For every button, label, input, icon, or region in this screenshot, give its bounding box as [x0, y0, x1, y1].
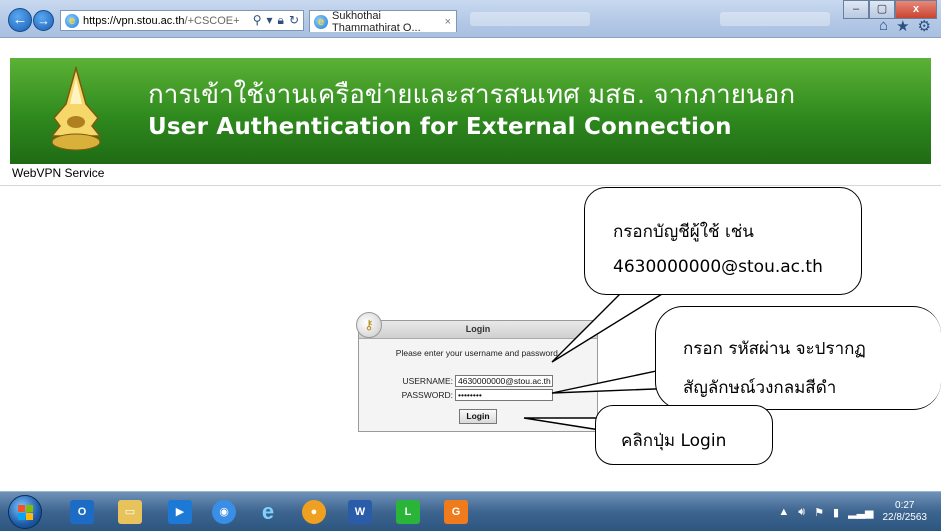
start-button[interactable] — [8, 495, 42, 529]
back-icon[interactable]: ← — [8, 8, 32, 32]
banner-title-english: User Authentication for External Connect… — [148, 114, 732, 140]
forward-icon[interactable]: → — [33, 10, 54, 31]
callout-password-line2: สัญลักษณ์วงกลมสีดำ — [683, 378, 837, 398]
media-player-icon[interactable]: ▶ — [168, 500, 192, 524]
divider — [0, 185, 941, 186]
browser-chrome: ← → e https://vpn.stou.ac.th /+CSCOE+ ⚲ … — [0, 0, 941, 38]
chrome-browser-icon[interactable]: ● — [302, 500, 326, 524]
favorites-star-icon[interactable]: ★ — [896, 17, 909, 35]
internet-explorer-icon[interactable]: e — [256, 500, 280, 524]
callout-login-text: คลิกปุ่ม Login — [621, 431, 727, 451]
lock-icon[interactable]: 🔒︎ — [278, 13, 284, 28]
password-label: PASSWORD: — [401, 390, 453, 400]
username-field[interactable]: 4630000000@stou.ac.th — [455, 375, 553, 387]
refresh-icon[interactable]: ↻ — [289, 13, 299, 28]
password-field[interactable]: •••••••• — [455, 389, 553, 401]
login-button[interactable]: Login — [459, 409, 497, 424]
clock-date: 22/8/2563 — [882, 512, 928, 523]
url-host: https://vpn.stou.ac.th — [83, 14, 185, 27]
signal-icon[interactable]: ▂▃▅ — [848, 506, 873, 519]
show-hidden-icons-icon[interactable]: ▲ — [778, 506, 789, 518]
callout-login: คลิกปุ่ม Login — [595, 405, 773, 465]
battery-icon[interactable]: ▮ — [833, 506, 839, 519]
key-icon: ⚷ — [356, 312, 382, 338]
home-icon[interactable]: ⌂ — [879, 17, 888, 35]
file-explorer-icon[interactable]: ▭ — [118, 500, 142, 524]
callout-password: กรอก รหัสผ่าน จะปรากฏ สัญลักษณ์วงกลมสีดำ — [655, 306, 941, 410]
system-tray: ▲ 🔊︎ ⚑ ▮ ▂▃▅ 0:27 22/8/2563 — [778, 500, 927, 524]
header-banner: การเข้าใช้งานเครือข่ายและสารสนเทศ มสธ. จ… — [10, 58, 931, 164]
callout-password-line1: กรอก รหัสผ่าน จะปรากฏ — [683, 339, 866, 359]
flag-icon[interactable]: ⚑ — [814, 506, 824, 519]
login-header: Login — [359, 321, 597, 339]
university-emblem-icon — [50, 66, 102, 151]
service-label: WebVPN Service — [12, 166, 105, 180]
login-instructions: Please enter your username and password. — [395, 348, 561, 358]
tab-close-icon[interactable]: × — [445, 16, 451, 28]
tab-ie-icon: e — [314, 14, 328, 29]
url-path: /+CSCOE+ — [184, 14, 240, 27]
settings-gear-icon[interactable]: ⚙ — [918, 17, 931, 35]
background-tab[interactable] — [720, 12, 830, 26]
minimize-icon[interactable]: – — [843, 0, 869, 19]
windows-logo-icon — [18, 505, 33, 520]
username-label: USERNAME: — [402, 376, 453, 386]
line-icon[interactable]: L — [396, 500, 420, 524]
tab-sukhothai[interactable]: e Sukhothai Thammathirat O... × — [309, 9, 457, 34]
word-icon[interactable]: W — [348, 500, 372, 524]
login-panel: Login ⚷ Please enter your username and p… — [356, 312, 598, 432]
background-tab[interactable] — [470, 12, 590, 26]
outlook-icon[interactable]: O — [70, 500, 94, 524]
clock[interactable]: 0:27 22/8/2563 — [883, 500, 928, 524]
tab-title: Sukhothai Thammathirat O... — [332, 9, 421, 34]
clock-time: 0:27 — [895, 500, 915, 511]
chrome-icon[interactable]: ◉ — [212, 500, 236, 524]
search-icon[interactable]: ⚲ — [253, 13, 262, 28]
callout-username-line2: 4630000000@stou.ac.th — [613, 257, 823, 277]
ie-page-icon: e — [65, 13, 79, 28]
taskbar: O ▭ ▶ ◉ e ● W L G ▲ 🔊︎ ⚑ ▮ ▂▃▅ 0:27 22/8… — [0, 491, 941, 531]
callout-username: กรอกบัญชีผู้ใช้ เช่น 4630000000@stou.ac.… — [584, 187, 862, 295]
volume-icon[interactable]: 🔊︎ — [798, 506, 805, 519]
address-bar[interactable]: e https://vpn.stou.ac.th /+CSCOE+ ⚲ ▾ 🔒︎… — [60, 10, 304, 31]
dropdown-icon[interactable]: ▾ — [267, 13, 273, 28]
callout-username-line1: กรอกบัญชีผู้ใช้ เช่น — [613, 222, 754, 242]
banner-title-thai: การเข้าใช้งานเครือข่ายและสารสนเทศ มสธ. จ… — [148, 80, 796, 110]
login-title: Login — [465, 324, 491, 334]
foxit-pdf-icon[interactable]: G — [444, 500, 468, 524]
